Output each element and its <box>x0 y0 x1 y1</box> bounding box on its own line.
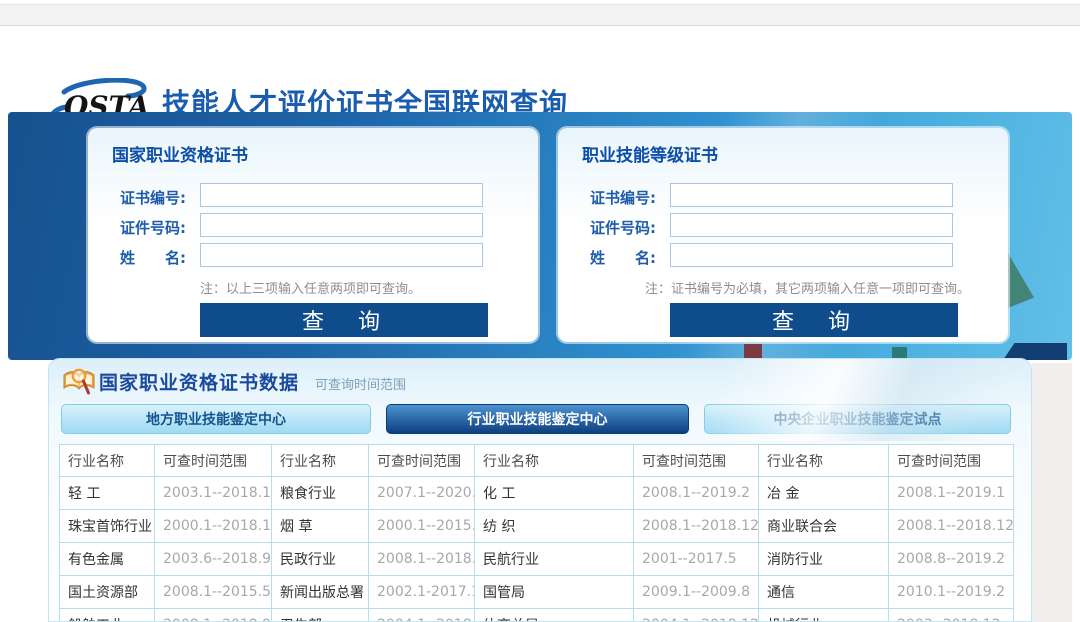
tab-central-enterprise-pilot[interactable]: 中央企业职业技能鉴定试点 <box>704 404 1011 434</box>
industry-name-cell: 体育总局 <box>475 609 634 622</box>
table-row: 国土资源部2008.1--2015.5新闻出版总署2002.1-2017.11国… <box>60 576 1014 609</box>
section-title: 国家职业资格证书数据 <box>99 368 299 395</box>
data-section: 国家职业资格证书数据 可查询时间范围 地方职业技能鉴定中心 行业职业技能鉴定中心… <box>48 358 1032 622</box>
industry-name-cell: 化 工 <box>475 477 634 510</box>
column-header: 行业名称 <box>272 445 369 477</box>
industry-name-cell: 轻 工 <box>60 477 155 510</box>
date-range-cell: 2007.1--2020.10 <box>369 477 475 510</box>
date-range-cell: 2010.1--2019.2 <box>889 576 1014 609</box>
date-range-cell: 2008.1--2018.9 <box>155 609 272 622</box>
date-range-cell: 2008.8--2019.2 <box>889 543 1014 576</box>
date-range-cell: 2002.1-2017.11 <box>369 576 475 609</box>
industry-name-cell: 冶 金 <box>759 477 889 510</box>
date-range-cell: 2008.1--2015.5 <box>155 576 272 609</box>
id-number-input[interactable] <box>200 213 483 237</box>
query-button[interactable]: 查 询 <box>200 303 488 337</box>
hero-banner: 国家职业资格证书 证书编号: 证件号码: 姓 名: 注：以上三项输入任意两项即可… <box>8 112 1072 360</box>
date-range-cell: 2008.1--2018.12 <box>889 510 1014 543</box>
date-range-cell: 2004.1--2018.4 <box>369 609 475 622</box>
query-hint: 注：证书编号为必填，其它两项输入任意一项即可查询。 <box>645 278 970 297</box>
column-header: 可查时间范围 <box>634 445 759 477</box>
date-range-cell: 2003.1--2018.12 <box>155 477 272 510</box>
table-row: 有色金属2003.6--2018.9民政行业2008.1--2018.12民航行… <box>60 543 1014 576</box>
date-range-cell: 2000.1--2015.6 <box>369 510 475 543</box>
industry-name-cell: 有色金属 <box>60 543 155 576</box>
industry-name-cell: 船舶工业 <box>60 609 155 622</box>
industry-name-cell: 珠宝首饰行业 <box>60 510 155 543</box>
name-input[interactable] <box>200 243 483 267</box>
query-range-table: 行业名称可查时间范围行业名称可查时间范围行业名称可查时间范围行业名称可查时间范围… <box>59 444 1014 622</box>
industry-name-cell: 粮食行业 <box>272 477 369 510</box>
id-number-label: 证件号码: <box>120 217 186 238</box>
date-range-cell: 2001--2017.5 <box>634 543 759 576</box>
certificate-no-label: 证书编号: <box>120 187 186 208</box>
page: OSTA 技能人才评价证书全国联网查询 国家职业资格证书 证书编号: 证件号码:… <box>0 0 1080 622</box>
panel-title: 国家职业资格证书 <box>112 141 248 166</box>
certificate-no-input[interactable] <box>200 183 483 207</box>
table-body: 轻 工2003.1--2018.12粮食行业2007.1--2020.10化 工… <box>60 477 1014 622</box>
industry-name-cell: 烟 草 <box>272 510 369 543</box>
industry-name-cell: 通信 <box>759 576 889 609</box>
date-range-cell: 2008.1--2018.12 <box>634 510 759 543</box>
column-header: 行业名称 <box>759 445 889 477</box>
industry-name-cell: 民政行业 <box>272 543 369 576</box>
industry-name-cell: 国土资源部 <box>60 576 155 609</box>
query-hint: 注：以上三项输入任意两项即可查询。 <box>200 278 421 297</box>
book-magnifier-icon <box>62 366 96 396</box>
industry-name-cell: 消防行业 <box>759 543 889 576</box>
id-number-label: 证件号码: <box>590 217 656 238</box>
tab-local-appraisal-centers[interactable]: 地方职业技能鉴定中心 <box>61 404 371 434</box>
date-range-cell: 2008.1--2018.12 <box>369 543 475 576</box>
date-range-cell: 2008.1--2019.2 <box>634 477 759 510</box>
page-background-strip <box>1032 363 1072 622</box>
industry-name-cell: 民航行业 <box>475 543 634 576</box>
table-row: 珠宝首饰行业2000.1--2018.12烟 草2000.1--2015.6纺 … <box>60 510 1014 543</box>
date-range-cell: 2009.1--2009.8 <box>634 576 759 609</box>
query-button[interactable]: 查 询 <box>670 303 958 337</box>
section-subtitle: 可查询时间范围 <box>315 374 406 393</box>
column-header: 行业名称 <box>475 445 634 477</box>
id-number-input[interactable] <box>670 213 953 237</box>
date-range-cell: 2008.1--2019.1 <box>889 477 1014 510</box>
column-header: 行业名称 <box>60 445 155 477</box>
column-header: 可查时间范围 <box>889 445 1014 477</box>
table-row: 轻 工2003.1--2018.12粮食行业2007.1--2020.10化 工… <box>60 477 1014 510</box>
date-range-cell: 2000.1--2018.12 <box>155 510 272 543</box>
industry-name-cell: 机械行业 <box>759 609 889 622</box>
industry-name-cell: 纺 织 <box>475 510 634 543</box>
certificate-no-label: 证书编号: <box>590 187 656 208</box>
site-header: OSTA 技能人才评价证书全国联网查询 <box>0 26 1080 112</box>
national-qualification-query-panel: 国家职业资格证书 证书编号: 证件号码: 姓 名: 注：以上三项输入任意两项即可… <box>88 128 538 342</box>
date-range-cell: 2003--2018.12 <box>889 609 1014 622</box>
name-label: 姓 名: <box>120 247 186 268</box>
date-range-cell: 2003.6--2018.9 <box>155 543 272 576</box>
name-input[interactable] <box>670 243 953 267</box>
industry-name-cell: 卫生部 <box>272 609 369 622</box>
certificate-no-input[interactable] <box>670 183 953 207</box>
tab-bar: 地方职业技能鉴定中心 行业职业技能鉴定中心 中央企业职业技能鉴定试点 <box>49 404 1032 434</box>
date-range-cell: 2004.1--2018.12 <box>634 609 759 622</box>
panel-title: 职业技能等级证书 <box>582 141 718 166</box>
column-header: 可查时间范围 <box>369 445 475 477</box>
table-header-row: 行业名称可查时间范围行业名称可查时间范围行业名称可查时间范围行业名称可查时间范围 <box>60 445 1014 477</box>
industry-name-cell: 国管局 <box>475 576 634 609</box>
table-row: 船舶工业2008.1--2018.9卫生部2004.1--2018.4体育总局2… <box>60 609 1014 622</box>
industry-name-cell: 商业联合会 <box>759 510 889 543</box>
skill-level-query-panel: 职业技能等级证书 证书编号: 证件号码: 姓 名: 注：证书编号为必填，其它两项… <box>558 128 1008 342</box>
name-label: 姓 名: <box>590 247 656 268</box>
top-bar <box>0 4 1080 26</box>
tab-industry-appraisal-centers[interactable]: 行业职业技能鉴定中心 <box>386 404 689 434</box>
column-header: 可查时间范围 <box>155 445 272 477</box>
industry-name-cell: 新闻出版总署 <box>272 576 369 609</box>
